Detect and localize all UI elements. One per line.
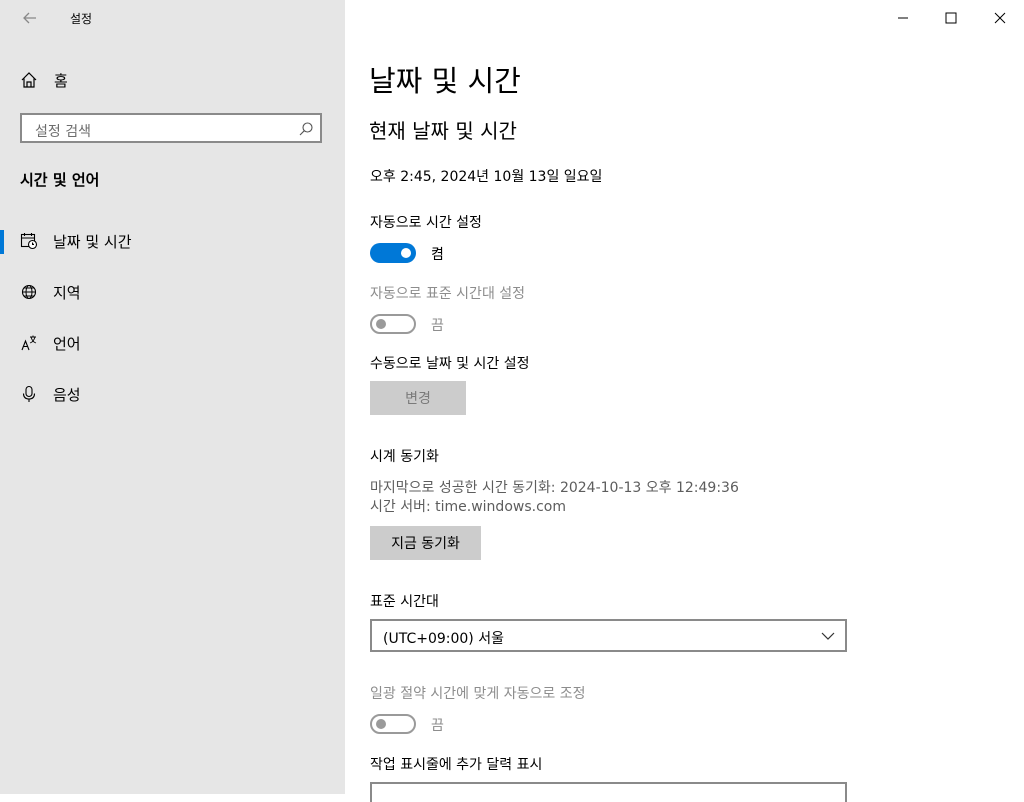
maximize-icon[interactable]: [936, 6, 966, 30]
sidebar-item-label: 음성: [53, 386, 81, 404]
extra-calendar-select[interactable]: [370, 782, 847, 802]
language-icon: [21, 335, 37, 351]
microphone-icon: [22, 385, 36, 402]
sidebar: 설정 홈 설정 검색 시간 및 언어 날짜 및 시간 지역 언어 음성: [0, 0, 345, 794]
dst-label: 일광 절약 시간에 맞게 자동으로 조정: [370, 686, 586, 702]
globe-icon: [21, 284, 37, 300]
toggle-knob: [376, 719, 386, 729]
auto-time-state: 켬: [431, 247, 444, 263]
search-box[interactable]: 설정 검색: [20, 113, 322, 143]
manual-datetime-label: 수동으로 날짜 및 시간 설정: [370, 356, 530, 372]
sidebar-item-label: 날짜 및 시간: [53, 233, 132, 251]
close-icon[interactable]: [985, 6, 1015, 30]
search-icon[interactable]: [298, 121, 314, 137]
calendar-clock-icon: [20, 233, 38, 250]
auto-timezone-toggle[interactable]: [370, 314, 416, 334]
extra-calendar-label: 작업 표시줄에 추가 달력 표시: [370, 757, 543, 773]
toggle-knob: [401, 248, 411, 258]
sync-heading: 시계 동기화: [370, 449, 439, 465]
sidebar-item-home[interactable]: 홈: [20, 68, 68, 92]
sync-now-button[interactable]: 지금 동기화: [370, 526, 481, 560]
minimize-icon[interactable]: [888, 6, 918, 30]
page-title: 날짜 및 시간: [369, 64, 521, 98]
sidebar-item-language[interactable]: 언어: [0, 323, 345, 363]
timezone-select[interactable]: (UTC+09:00) 서울: [370, 619, 847, 652]
search-input[interactable]: 설정 검색: [35, 121, 91, 141]
sidebar-item-date-time[interactable]: 날짜 및 시간: [0, 221, 345, 261]
timezone-label: 표준 시간대: [370, 594, 439, 610]
back-arrow-icon[interactable]: [20, 8, 40, 28]
sidebar-item-speech[interactable]: 음성: [0, 374, 345, 414]
auto-timezone-state: 끔: [431, 318, 444, 334]
sidebar-item-region[interactable]: 지역: [0, 272, 345, 312]
home-icon: [21, 72, 37, 88]
dst-state: 끔: [431, 718, 444, 734]
toggle-knob: [376, 319, 386, 329]
auto-timezone-label: 자동으로 표준 시간대 설정: [370, 286, 526, 302]
auto-time-toggle[interactable]: [370, 243, 416, 263]
dst-toggle[interactable]: [370, 714, 416, 734]
chevron-down-icon: [821, 632, 835, 640]
change-button[interactable]: 변경: [370, 381, 466, 415]
timezone-value: (UTC+09:00) 서울: [383, 631, 504, 647]
section-title: 시간 및 언어: [20, 171, 100, 189]
current-datetime: 오후 2:45, 2024년 10월 13일 일요일: [370, 169, 603, 185]
sidebar-item-label: 지역: [53, 284, 81, 302]
main-panel: 날짜 및 시간 현재 날짜 및 시간 오후 2:45, 2024년 10월 13…: [345, 0, 1024, 802]
home-label: 홈: [54, 71, 68, 90]
last-sync-text: 마지막으로 성공한 시간 동기화: 2024-10-13 오후 12:49:36: [370, 480, 739, 496]
time-server-text: 시간 서버: time.windows.com: [370, 499, 566, 515]
auto-time-label: 자동으로 시간 설정: [370, 215, 482, 231]
app-title: 설정: [70, 12, 93, 26]
current-datetime-heading: 현재 날짜 및 시간: [369, 119, 517, 143]
sidebar-item-label: 언어: [53, 335, 81, 353]
